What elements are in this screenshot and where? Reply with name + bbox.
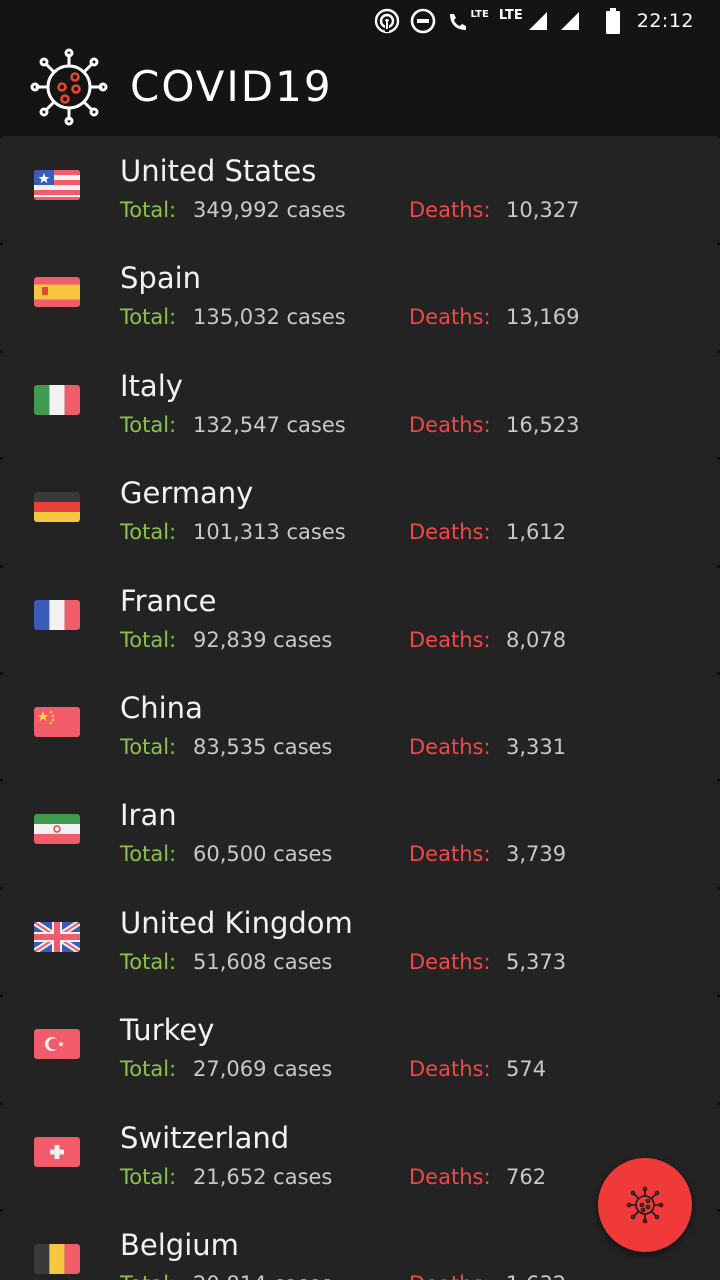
total-label: Total: [120, 520, 177, 545]
total-label: Total: [120, 1272, 176, 1280]
flag-fr-icon [34, 599, 80, 630]
battery-icon [605, 8, 621, 34]
deaths-label: Deaths: [409, 627, 491, 652]
flag-gb-icon [34, 921, 80, 952]
country-name: Turkey [120, 1013, 215, 1048]
deaths-label: Deaths: [409, 305, 491, 330]
list-item-turkey[interactable]: Turkey Total: 27,069 cases Deaths: 574 [0, 994, 720, 1102]
total-label: Total: [120, 1057, 177, 1082]
list-item-germany[interactable]: Germany Total: 101,313 cases Deaths: 1,6… [0, 457, 720, 565]
flag-ir-icon [34, 814, 80, 845]
hotspot-icon [374, 8, 400, 34]
flag-tr-icon [34, 1029, 80, 1060]
flag-it-icon [34, 384, 80, 415]
deaths-value: 1,612 [506, 520, 567, 545]
flag-ch-icon [34, 1136, 80, 1167]
total-label: Total: [120, 412, 177, 437]
flag-cn-icon [34, 706, 80, 737]
flag-us-icon [34, 170, 80, 200]
lte-label: LTE [470, 9, 489, 20]
flag-es-icon [34, 277, 80, 308]
country-name: Belgium [120, 1227, 239, 1262]
deaths-value: 3,739 [506, 842, 567, 867]
deaths-value: 574 [506, 1057, 547, 1082]
deaths-value: 762 [506, 1164, 547, 1189]
total-cases-value: 132,547 cases [193, 412, 346, 437]
status-time: 22:12 [636, 10, 694, 32]
country-name: Germany [120, 476, 254, 511]
total-cases-value: 92,839 cases [193, 627, 333, 652]
total-label: Total: [120, 627, 177, 652]
list-item-united-kingdom[interactable]: United Kingdom Total: 51,608 cases Death… [0, 886, 720, 995]
list-item-united-states[interactable]: United States Total: 349,992 cases Death… [0, 136, 720, 243]
status-icons: LTE LTE 22:12 [374, 6, 694, 36]
lte-label: LTE [498, 7, 523, 23]
deaths-label: Deaths: [409, 1057, 491, 1082]
deaths-label: Deaths: [409, 734, 491, 759]
total-cases-value: 101,313 cases [193, 520, 346, 545]
signal-icon: LTE [498, 7, 549, 32]
total-label: Total: [120, 305, 177, 330]
total-label: Total: [120, 1164, 177, 1189]
deaths-label: Deaths: [409, 1164, 491, 1189]
flag-be-icon [34, 1243, 80, 1274]
deaths-label: Deaths: [409, 520, 491, 545]
country-name: Switzerland [120, 1120, 290, 1155]
country-name: France [120, 583, 217, 618]
signal-icon [559, 10, 581, 32]
deaths-label: Deaths: [409, 949, 491, 974]
total-cases-value: 27,069 cases [193, 1057, 333, 1082]
deaths-label: Deaths: [409, 412, 491, 437]
total-cases-value: 83,535 cases [193, 734, 333, 759]
virus-icon [30, 48, 108, 126]
total-cases-value: 21,652 cases [193, 1164, 333, 1189]
total-cases-value: 349,992 cases [193, 198, 346, 222]
country-name: Spain [120, 261, 202, 296]
list-item-spain[interactable]: Spain Total: 135,032 cases Deaths: 13,16… [0, 242, 720, 350]
total-label: Total: [120, 198, 177, 222]
deaths-value: 13,169 [506, 305, 580, 330]
flag-de-icon [34, 492, 80, 523]
total-cases-value: 20,814 cases [193, 1272, 332, 1280]
country-name: United States [120, 154, 317, 188]
deaths-label: Deaths: [409, 198, 491, 222]
deaths-label: Deaths: [409, 842, 491, 867]
list-item-iran[interactable]: Iran Total: 60,500 cases Deaths: 3,739 [0, 779, 720, 887]
deaths-value: 10,327 [506, 198, 580, 222]
deaths-value: 16,523 [506, 412, 580, 437]
deaths-value: 1,632 [506, 1272, 566, 1280]
country-list[interactable]: United States Total: 349,992 cases Death… [0, 136, 720, 1280]
deaths-label: Deaths: [409, 1272, 491, 1280]
country-name: Italy [120, 368, 183, 403]
total-label: Total: [120, 842, 177, 867]
country-name: China [120, 690, 203, 725]
country-name: Iran [120, 798, 177, 833]
app-bar: COVID19 [0, 42, 720, 136]
virus-fab-button[interactable] [598, 1158, 692, 1252]
volte-call-icon: LTE [446, 8, 489, 34]
list-item-france[interactable]: France Total: 92,839 cases Deaths: 8,078 [0, 564, 720, 673]
app-title: COVID19 [130, 62, 333, 111]
country-name: United Kingdom [120, 905, 353, 940]
status-bar: LTE LTE 22:12 [0, 0, 720, 42]
deaths-value: 3,331 [506, 734, 567, 759]
list-item-italy[interactable]: Italy Total: 132,547 cases Deaths: 16,52… [0, 349, 720, 458]
list-item-china[interactable]: China Total: 83,535 cases Deaths: 3,331 [0, 671, 720, 780]
virus-icon [626, 1186, 664, 1224]
deaths-value: 5,373 [506, 949, 567, 974]
total-cases-value: 135,032 cases [193, 305, 346, 330]
total-cases-value: 60,500 cases [193, 842, 333, 867]
total-label: Total: [120, 949, 177, 974]
deaths-value: 8,078 [506, 627, 567, 652]
total-label: Total: [120, 734, 177, 759]
do-not-disturb-icon [410, 8, 436, 34]
total-cases-value: 51,608 cases [193, 949, 333, 974]
